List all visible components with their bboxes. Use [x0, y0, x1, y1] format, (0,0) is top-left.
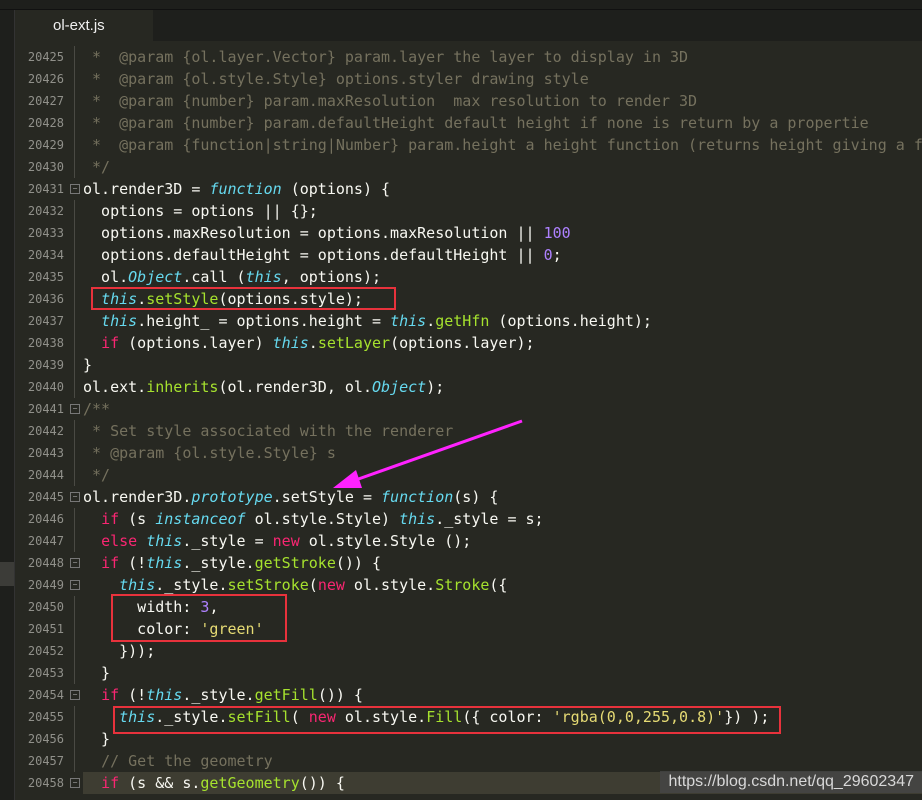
annotation-arrow-icon	[333, 419, 523, 488]
watermark: https://blog.csdn.net/qq_29602347	[660, 771, 922, 793]
